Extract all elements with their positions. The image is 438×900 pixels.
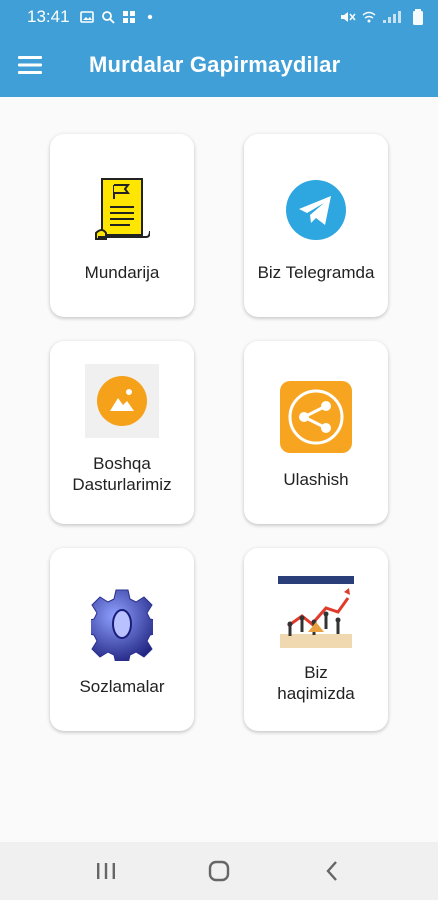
menu-card-label: Biz haqimizda [277, 663, 355, 703]
menu-card-label: Boshqa Dasturlarimiz [72, 454, 172, 494]
status-right-icons [340, 8, 424, 25]
recent-apps-icon [97, 863, 116, 879]
status-bar: 13:41 [0, 0, 438, 33]
menu-card-telegram[interactable]: Biz Telegramda [244, 134, 388, 317]
menu-button[interactable] [0, 33, 60, 97]
menu-card-icon [278, 379, 354, 455]
menu-card-settings[interactable]: Sozlamalar [50, 548, 194, 731]
menu-card-icon [278, 172, 354, 248]
battery-icon [413, 8, 423, 25]
menu-card-other-apps[interactable]: Boshqa Dasturlarimiz [50, 341, 194, 524]
back-button[interactable] [307, 846, 357, 896]
apps-photo-icon [85, 364, 159, 438]
app-bar: Murdalar Gapirmaydilar [0, 33, 438, 97]
menu-card-label: Biz Telegramda [257, 263, 375, 282]
wifi-icon [362, 11, 376, 22]
menu-card-label: Sozlamalar [79, 677, 165, 696]
menu-card-label: Mundarija [84, 263, 160, 282]
home-button[interactable] [194, 846, 244, 896]
system-nav-bar [0, 842, 438, 900]
app-title: Murdalar Gapirmaydilar [89, 52, 341, 77]
grid-icon [122, 10, 135, 23]
share-icon [280, 381, 352, 453]
menu-card-label: Ulashish [283, 470, 349, 489]
menu-card-share[interactable]: Ulashish [244, 341, 388, 524]
telegram-icon [286, 180, 346, 240]
mute-icon [341, 11, 356, 22]
menu-card-icon [84, 363, 160, 439]
back-icon [326, 861, 337, 881]
hamburger-menu-icon [18, 56, 42, 74]
scroll-flag-icon [95, 178, 150, 240]
menu-card-icon [84, 586, 160, 662]
menu-card-mundarija[interactable]: Mundarija [50, 134, 194, 317]
status-left-icons [79, 10, 157, 24]
search-icon [101, 10, 115, 24]
menu-card-about[interactable]: Biz haqimizda [244, 548, 388, 731]
status-time: 13:41 [27, 6, 70, 26]
menu-card-icon [278, 574, 354, 650]
home-icon [208, 860, 230, 882]
settings-gear-icon [91, 589, 153, 661]
business-growth-icon [278, 576, 354, 648]
menu-card-icon [84, 172, 160, 248]
image-icon [79, 10, 94, 23]
dot-icon [147, 14, 152, 19]
recent-apps-button[interactable] [81, 846, 131, 896]
signal-icon [383, 10, 401, 23]
